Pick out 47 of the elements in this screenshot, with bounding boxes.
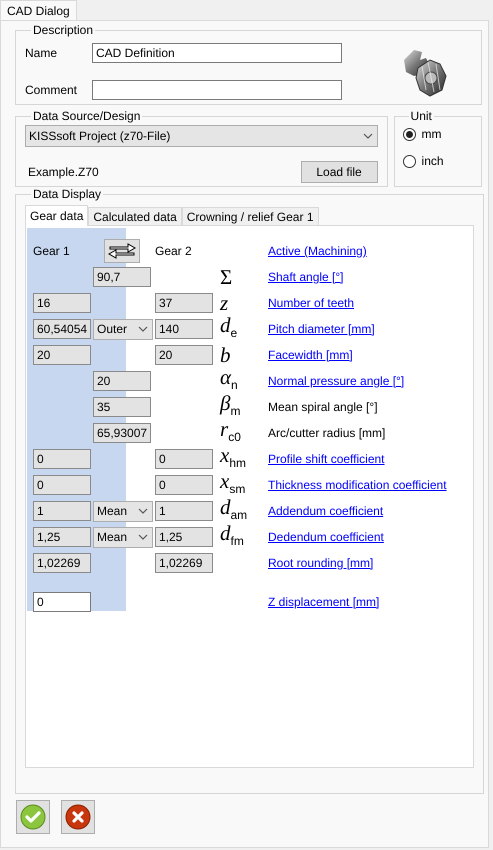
group-title: Data Source/Design bbox=[32, 109, 142, 123]
caret-icon bbox=[138, 508, 148, 514]
math-symbol: x$_{hm}$ bbox=[218, 443, 246, 467]
swap-button[interactable] bbox=[104, 239, 140, 263]
radio-label[interactable]: inch bbox=[422, 154, 444, 168]
tab[interactable]: Crowning / relief Gear 1 bbox=[182, 207, 318, 225]
radio-label[interactable]: mm bbox=[422, 127, 442, 141]
dropdown[interactable]: KISSsoft Project (z70-File) bbox=[25, 125, 378, 147]
caret-icon bbox=[138, 326, 148, 332]
link[interactable]: Active (Machining) bbox=[268, 244, 367, 258]
parameter-label: Arc/cutter radius [mm] bbox=[268, 426, 386, 440]
link[interactable]: Z displacement [mm] bbox=[268, 595, 380, 609]
comment-field[interactable] bbox=[92, 80, 342, 100]
name-field[interactable]: CAD Definition bbox=[92, 43, 342, 64]
math-symbol: r$_{c0}$ bbox=[219, 417, 241, 441]
tab[interactable]: Gear data bbox=[25, 205, 88, 226]
group-title: Unit bbox=[410, 109, 433, 123]
ok-button[interactable] bbox=[16, 800, 50, 834]
math-symbol: x$_{sm}$ bbox=[218, 469, 246, 493]
math-symbol: z bbox=[218, 291, 228, 315]
math-symbol: α$_{n}$ bbox=[219, 365, 238, 389]
math-symbol: d$_{am}$ bbox=[219, 495, 248, 519]
column-header: Gear 1 bbox=[33, 244, 71, 258]
radio-button[interactable] bbox=[402, 154, 416, 168]
load-file-button[interactable]: Load file bbox=[300, 161, 378, 183]
close-icon bbox=[65, 804, 91, 830]
cancel-button[interactable] bbox=[61, 800, 95, 834]
column-header: Gear 2 bbox=[155, 244, 193, 258]
math-symbol: d$_{fm}$ bbox=[219, 521, 244, 545]
group-title: Description bbox=[32, 23, 94, 37]
math-symbol: b bbox=[219, 343, 230, 367]
swap-arrows-icon bbox=[107, 243, 137, 259]
math-symbol: Σ bbox=[219, 265, 232, 289]
checkmark-icon bbox=[20, 804, 46, 830]
parameter-label: Mean spiral angle [°] bbox=[268, 400, 378, 414]
field-label: Name bbox=[25, 46, 58, 60]
radio-button[interactable] bbox=[402, 128, 416, 140]
group-title: Data Display bbox=[32, 187, 102, 201]
math-symbol: β$_{m}$ bbox=[218, 391, 240, 415]
file-name: Example.Z70 bbox=[28, 165, 99, 179]
math-symbol: d$_{e}$ bbox=[219, 313, 238, 337]
field-label: Comment bbox=[25, 82, 78, 97]
tab[interactable]: Calculated data bbox=[88, 207, 182, 225]
input-field[interactable]: 0 bbox=[33, 592, 91, 612]
caret-icon bbox=[362, 133, 373, 139]
dialog-tab[interactable]: CAD Dialog bbox=[0, 0, 77, 20]
caret-icon bbox=[138, 534, 148, 540]
